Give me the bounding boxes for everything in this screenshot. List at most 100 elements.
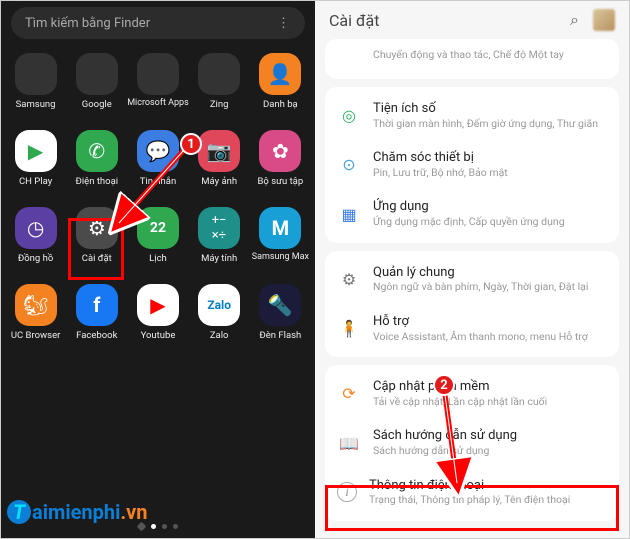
app-zing[interactable]: Zing [191,53,247,110]
app-samsung[interactable]: Samsung [8,53,64,110]
gear-icon: ⚙ [76,207,118,249]
device-care-icon: ⊙ [337,153,361,177]
calendar-icon: 22 [137,207,179,249]
app-label: Samsung [16,99,56,110]
app-messages[interactable]: 💬 Tin nhắn [130,130,186,187]
setting-title: Cập nhật phần mềm [373,379,607,395]
watermark-t: T [7,500,31,524]
youtube-icon: ▶ [137,284,179,326]
setting-software-update[interactable]: ⟳ Cập nhật phần mềm Tải về cập nhật, Lần… [325,369,619,418]
app-label: Samsung Max [252,253,309,262]
facebook-icon: f [76,284,118,326]
app-label: Facebook [76,330,117,341]
profile-avatar[interactable] [593,9,615,31]
app-label: Điện thoại [76,176,119,187]
app-label: Zing [210,99,229,110]
advanced-icon [337,43,361,67]
setting-digital-wellbeing[interactable]: ◎ Tiện ích số Thời gian màn hình, Đếm gi… [325,91,619,140]
settings-header: Cài đặt ⌕ [315,1,629,39]
calculator-icon: +−×÷ [198,207,240,249]
app-label: Youtube [141,330,176,341]
app-label: Danh bạ [263,99,298,110]
setting-advanced[interactable]: Chuyển động và thao tác, Chế độ Một tay [325,39,619,75]
app-microsoft[interactable]: Microsoft Apps [130,53,186,110]
app-label: CH Play [19,176,52,187]
setting-title: Chăm sóc thiết bị [373,150,607,166]
setting-sub: Chuyển động và thao tác, Chế độ Một tay [373,48,607,62]
app-label: Đồng hồ [18,253,53,264]
phone-icon: ✆ [76,130,118,172]
message-icon: 💬 [137,130,179,172]
folder-icon [15,53,57,95]
app-label: Máy ảnh [201,176,237,187]
contacts-icon: 👤 [259,53,301,95]
setting-title: Quản lý chung [373,265,607,281]
app-label: Google [82,99,112,110]
setting-sub: Trạng thái, Thông tin pháp lý, Tên điện … [369,493,607,507]
app-calendar[interactable]: 22 Lịch [130,207,186,264]
play-icon: ▶ [15,130,57,172]
flash-icon: 🔦 [259,284,301,326]
accessibility-icon: 🧍 [337,317,361,341]
settings-title: Cài đặt [329,11,379,30]
folder-icon [198,53,240,95]
setting-sub: Tải về cập nhật, Lần cập nhật lần cuối [373,395,607,409]
search-icon[interactable]: ⌕ [570,10,579,30]
app-label: Đèn Flash [259,330,301,341]
setting-about-phone[interactable]: i Thông tin điện thoại Trạng thái, Thông… [325,468,619,517]
app-facebook[interactable]: f Facebook [69,284,125,341]
setting-general[interactable]: ⚙ Quản lý chung Ngôn ngữ và bàn phím, Ng… [325,255,619,304]
app-label: Zalo [210,330,229,341]
app-grid: Samsung Google Microsoft Apps [1,45,315,369]
app-zalo[interactable]: Zalo Zalo [191,284,247,341]
setting-sub: Ngôn ngữ và bàn phím, Ngày, Thời gian, Đ… [373,280,607,294]
app-uc[interactable]: 🐿 UC Browser [8,284,64,341]
app-calculator[interactable]: +−×÷ Máy tính [191,207,247,264]
page-indicator [138,524,178,530]
app-youtube[interactable]: ▶ Youtube [130,284,186,341]
app-label: Máy tính [201,253,237,264]
setting-sub: Thời gian màn hình, Đếm giờ ứng dụng, Th… [373,117,607,131]
finder-search[interactable]: Tìm kiếm bằng Finder ⋮ [11,7,305,39]
app-contacts[interactable]: 👤 Danh bạ [252,53,308,110]
setting-title: Sách hướng dẫn sử dụng [373,428,607,444]
setting-title: Ứng dụng [373,199,607,215]
more-icon[interactable]: ⋮ [277,16,291,31]
app-label: Bộ sưu tập [258,176,304,187]
app-google[interactable]: Google [69,53,125,110]
step-1-badge: 1 [180,133,202,155]
zalo-icon: Zalo [198,284,240,326]
update-icon: ⟳ [337,382,361,406]
app-label: Lịch [149,253,167,264]
setting-title: Tiện ích số [373,101,607,117]
setting-device-care[interactable]: ⊙ Chăm sóc thiết bị Pin, Lưu trữ, Bộ nhớ… [325,140,619,189]
app-clock[interactable]: ◷ Đồng hồ [8,207,64,264]
app-label: UC Browser [11,330,60,341]
app-label: Cài đặt [82,253,112,264]
manual-icon: 📖 [337,431,361,455]
search-placeholder: Tìm kiếm bằng Finder [25,16,150,31]
setting-accessibility[interactable]: 🧍 Hỗ trợ Voice Assistant, Âm thanh mono,… [325,304,619,353]
app-settings[interactable]: ⚙ Cài đặt [69,207,125,264]
step-2-badge: 2 [433,374,455,396]
app-label: Tin nhắn [140,176,176,187]
setting-title: Hỗ trợ [373,314,607,330]
setting-user-manual[interactable]: 📖 Sách hướng dẫn sử dụng Sách hướng dẫn … [325,418,619,467]
app-label: Microsoft Apps [127,99,189,108]
watermark-text: aimienphi [32,500,120,524]
watermark-vn: .vn [120,500,147,524]
setting-sub: Voice Assistant, Âm thanh mono, menu Hỗ … [373,330,607,344]
app-phone[interactable]: ✆ Điện thoại [69,130,125,187]
apps-icon: ▦ [337,202,361,226]
app-samsung-max[interactable]: M Samsung Max [252,207,308,264]
folder-icon [137,53,179,95]
app-gallery[interactable]: ✿ Bộ sưu tập [252,130,308,187]
wellbeing-icon: ◎ [337,104,361,128]
setting-sub: Sách hướng dẫn sử dụng [373,444,607,458]
app-play[interactable]: ▶ CH Play [8,130,64,187]
app-flash[interactable]: 🔦 Đèn Flash [252,284,308,341]
general-icon: ⚙ [337,267,361,291]
setting-apps[interactable]: ▦ Ứng dụng Ứng dụng mặc định, Cấp quyền … [325,189,619,238]
settings-screen: Cài đặt ⌕ Chuyển động và thao tác, Chế đ… [315,1,629,538]
setting-sub: Pin, Lưu trữ, Bộ nhớ, Bảo mật [373,166,607,180]
